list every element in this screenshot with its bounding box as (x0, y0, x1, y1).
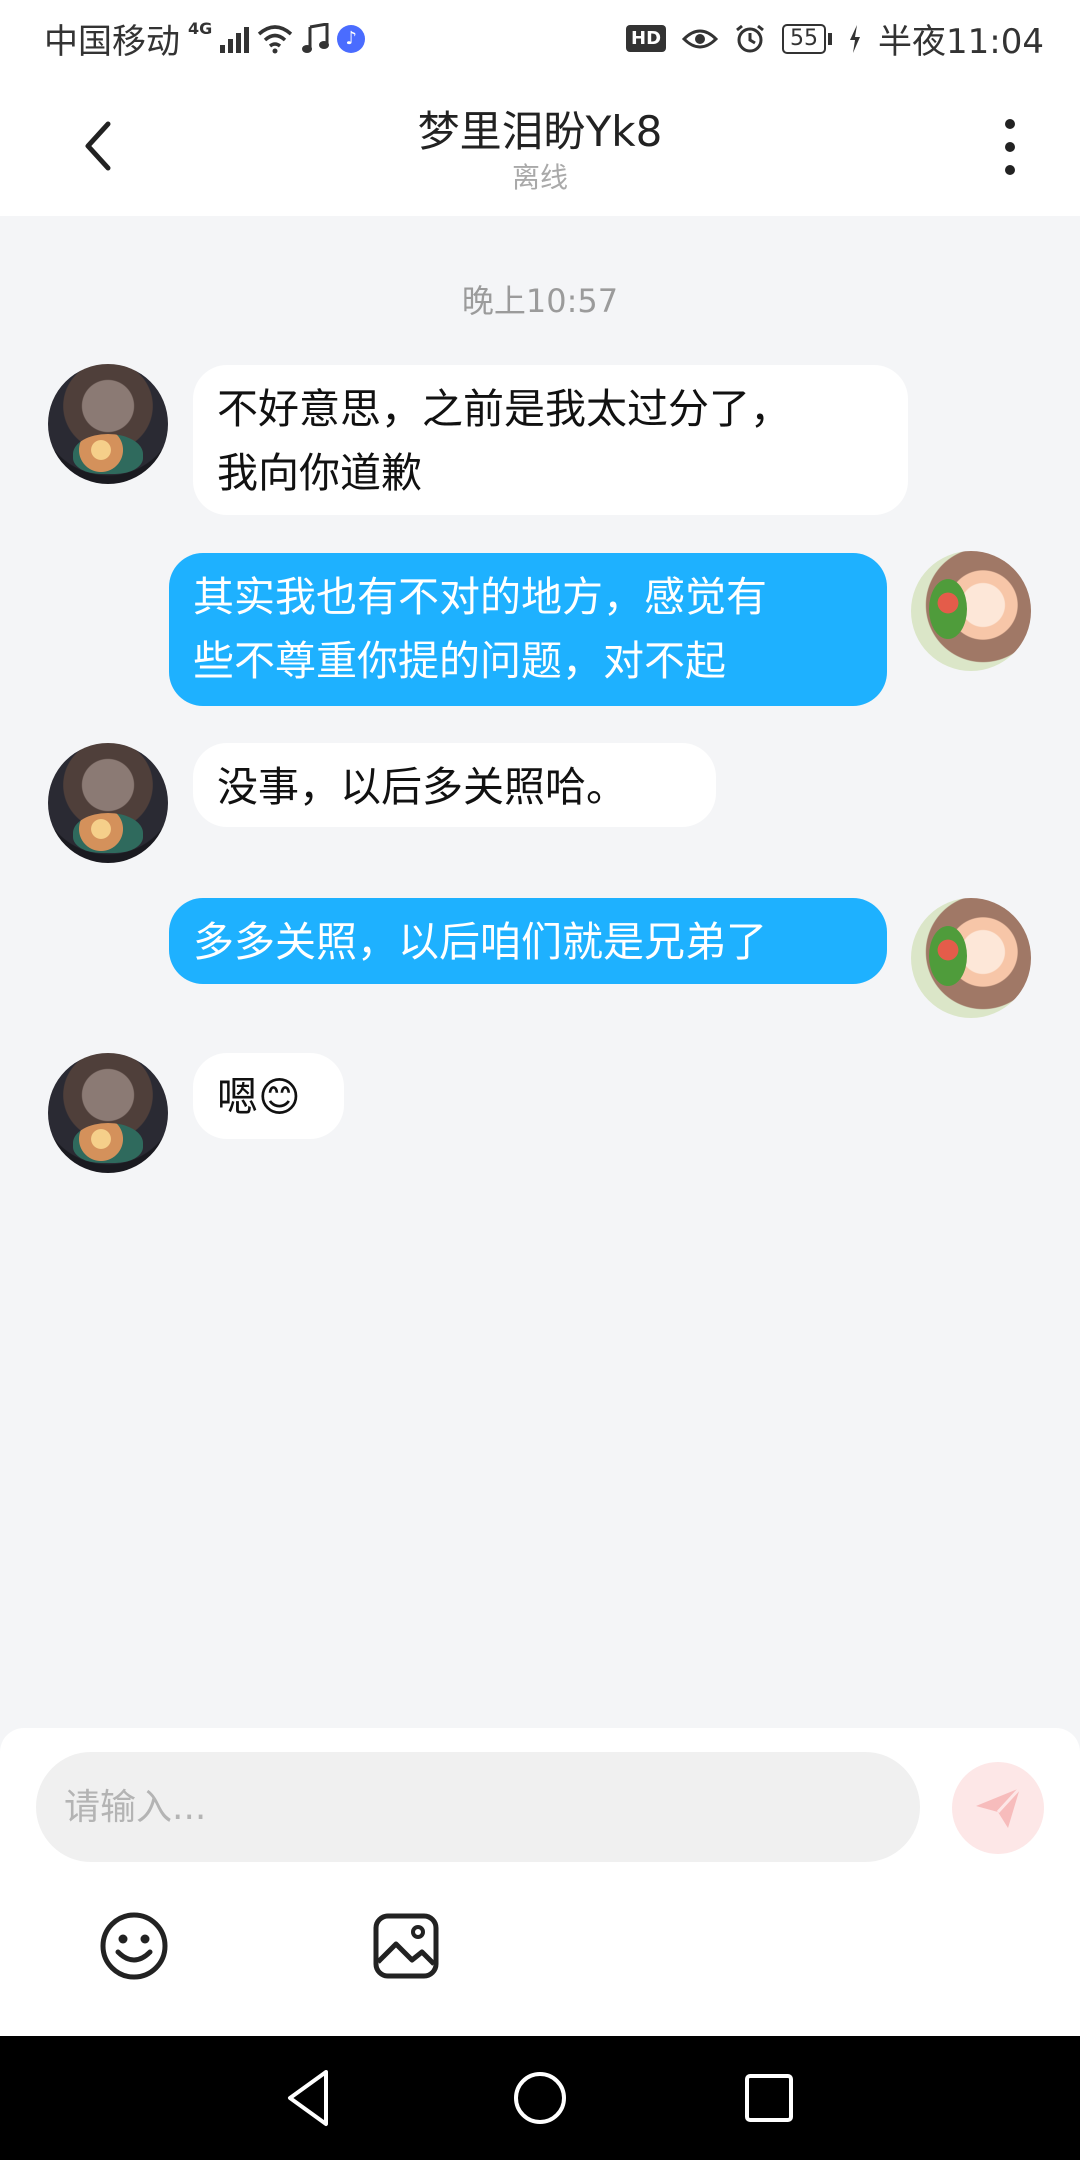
emoji-icon[interactable] (98, 1910, 170, 1982)
message-text: 不好意思，之前是我太过分了， (217, 385, 791, 433)
status-right: HD 55 半夜11:04 (626, 14, 1044, 63)
status-bar: 中国移动 4G ♪ HD 55 半夜11:04 (0, 0, 1080, 72)
signal-icon (220, 25, 250, 53)
nav-back-icon[interactable] (278, 2066, 342, 2130)
message-text: 些不尊重你提的问题，对不起 (193, 637, 726, 685)
charging-icon (850, 24, 861, 53)
nav-home-icon[interactable] (508, 2066, 572, 2130)
wifi-icon (258, 24, 293, 53)
music-app-icon: ♪ (337, 24, 366, 53)
message-bubble-outgoing[interactable]: 其实我也有不对的地方，感觉有 些不尊重你提的问题，对不起 (169, 553, 887, 706)
contact-avatar[interactable] (48, 364, 168, 484)
message-text: 其实我也有不对的地方，感觉有 (193, 573, 767, 621)
message-bubble-incoming[interactable]: 不好意思，之前是我太过分了， 我向你道歉 (193, 365, 908, 515)
contact-avatar[interactable] (48, 743, 168, 863)
my-avatar[interactable] (911, 551, 1031, 671)
my-avatar[interactable] (911, 898, 1031, 1018)
system-nav-bar (0, 2036, 1080, 2160)
send-icon (976, 1786, 1022, 1828)
contact-avatar[interactable] (48, 1053, 168, 1173)
message-bubble-incoming[interactable]: 没事，以后多关照哈。 (193, 743, 716, 827)
message-bubble-incoming[interactable]: 嗯😊 (193, 1053, 344, 1139)
chat-header: 梦里泪盼Yk8 离线 (0, 72, 1080, 216)
nav-recents-icon[interactable] (737, 2066, 801, 2130)
carrier-label: 中国移动 (44, 22, 180, 62)
battery-level: 55 (782, 23, 827, 54)
message-text: 嗯😊 (217, 1073, 301, 1121)
contact-name: 梦里泪盼Yk8 (417, 107, 663, 156)
status-left: 中国移动 4G ♪ (44, 14, 366, 63)
more-icon[interactable] (1000, 112, 1020, 182)
message-text: 多多关照，以后咱们就是兄弟了 (193, 918, 767, 966)
hd-icon: HD (626, 25, 667, 52)
eye-icon (682, 29, 719, 48)
message-text: 我向你道歉 (217, 449, 422, 497)
message-input[interactable] (36, 1752, 920, 1862)
music-note-icon (302, 22, 330, 53)
battery-icon: 55 (782, 23, 833, 54)
network-type: 4G (188, 19, 213, 38)
image-icon[interactable] (370, 1910, 442, 1982)
input-panel (0, 1728, 1080, 2036)
chat-timestamp: 晚上10:57 (461, 282, 619, 320)
send-button[interactable] (952, 1762, 1044, 1854)
message-bubble-outgoing[interactable]: 多多关照，以后咱们就是兄弟了 (169, 898, 887, 984)
message-text: 没事，以后多关照哈。 (217, 763, 627, 811)
contact-status: 离线 (511, 161, 568, 194)
alarm-icon (736, 24, 764, 52)
clock: 半夜11:04 (878, 22, 1044, 62)
